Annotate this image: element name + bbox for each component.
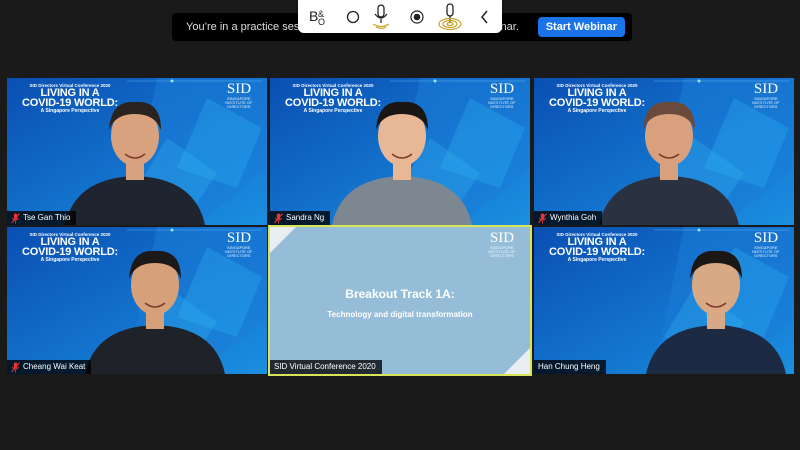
svg-text:O: O — [318, 17, 325, 27]
slide-title: Breakout Track 1A: — [345, 287, 455, 301]
participant-video — [646, 250, 786, 374]
shared-slide-tile[interactable]: SID SINGAPORE INSTITUTE OF DIRECTORS Bre… — [270, 227, 530, 374]
participant-name-tag: Sandra Ng — [270, 211, 331, 225]
sid-logo: SID SINGAPORE INSTITUTE OF DIRECTORS — [488, 230, 516, 259]
participant-video — [599, 101, 739, 225]
participant-video — [332, 101, 472, 225]
participant-tile[interactable]: SID Directors Virtual Conference 2020 LI… — [534, 227, 794, 374]
participant-name-tag: Wynthia Goh — [534, 211, 603, 225]
participant-name-tag: Han Chung Heng — [534, 360, 606, 374]
muted-mic-icon — [11, 361, 20, 373]
participant-name-tag: Tse Gan Thio — [7, 211, 77, 225]
podcast-icon[interactable] — [436, 0, 464, 33]
participant-video — [65, 101, 205, 225]
chevron-left-icon[interactable] — [474, 0, 496, 33]
muted-mic-icon — [11, 212, 20, 224]
banner-message: You’re in a practice sessi binar. — [186, 21, 519, 33]
circle-icon[interactable] — [342, 0, 364, 33]
muted-mic-icon — [274, 212, 283, 224]
start-webinar-button[interactable]: Start Webinar — [537, 17, 625, 37]
bo-logo-icon[interactable]: B & O — [306, 0, 332, 33]
svg-text:B: B — [309, 8, 318, 24]
participant-name-tag: Cheang Wai Keat — [7, 360, 92, 374]
floating-toolbar: B & O — [298, 0, 502, 33]
participant-tile[interactable]: SID Directors Virtual Conference 2020 LI… — [7, 227, 267, 374]
participant-tile[interactable]: SID Directors Virtual Conference 2020 LI… — [7, 78, 267, 225]
slide-subtitle: Technology and digital transformation — [327, 310, 473, 319]
participant-tile[interactable]: SID Directors Virtual Conference 2020 LI… — [270, 78, 530, 225]
microphone-icon[interactable] — [368, 0, 394, 33]
participant-tile[interactable]: SID Directors Virtual Conference 2020 LI… — [534, 78, 794, 225]
participant-name-tag: SID Virtual Conference 2020 — [270, 360, 382, 374]
muted-mic-icon — [538, 212, 547, 224]
record-icon[interactable] — [406, 0, 428, 33]
participant-video — [85, 250, 225, 374]
